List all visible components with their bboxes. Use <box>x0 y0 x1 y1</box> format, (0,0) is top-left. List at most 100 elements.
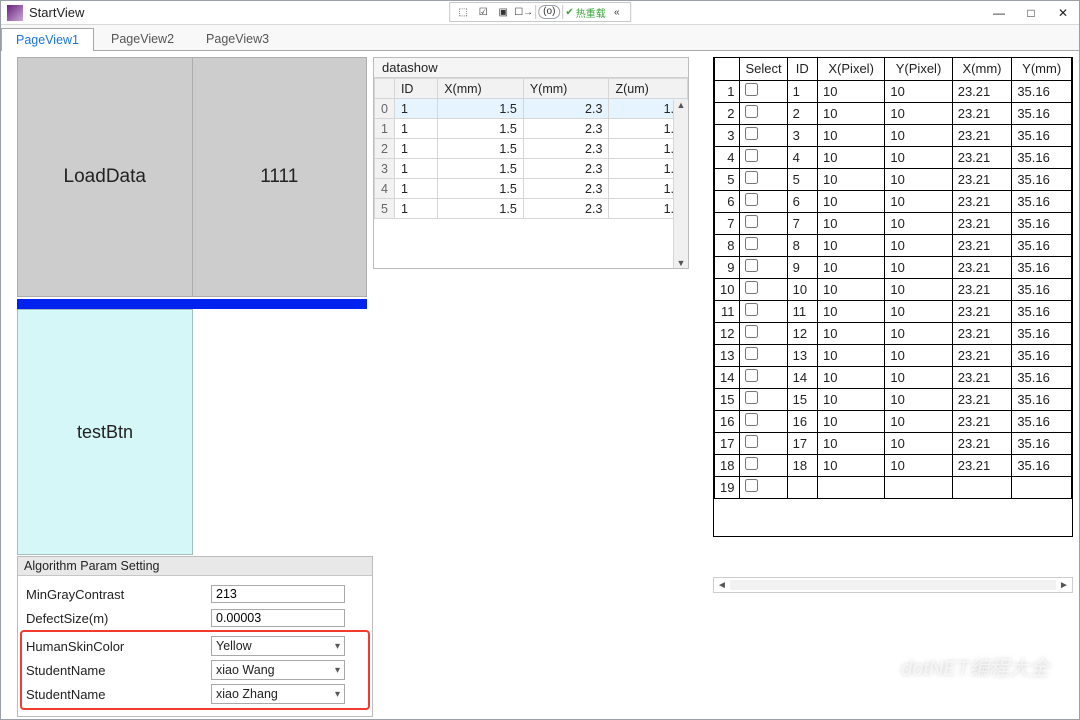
rgrid-checkbox[interactable] <box>745 149 758 162</box>
rgrid-xmm[interactable]: 23.21 <box>952 190 1012 212</box>
rgrid-ypixel[interactable]: 10 <box>885 454 952 476</box>
rgrid-row[interactable]: 88101023.2135.16 <box>715 234 1072 256</box>
rgrid-xmm[interactable]: 23.21 <box>952 146 1012 168</box>
rgrid-ymm[interactable]: 35.16 <box>1012 212 1072 234</box>
rgrid-row[interactable]: 44101023.2135.16 <box>715 146 1072 168</box>
rgrid-ymm[interactable]: 35.16 <box>1012 256 1072 278</box>
rgrid-checkbox[interactable] <box>745 347 758 360</box>
rgrid-ypixel[interactable]: 10 <box>885 256 952 278</box>
rgrid-select-cell[interactable] <box>740 212 787 234</box>
rgrid-col-ymm[interactable]: Y(mm) <box>1012 58 1072 80</box>
rgrid-select-cell[interactable] <box>740 124 787 146</box>
rgrid-ypixel[interactable]: 10 <box>885 146 952 168</box>
rgrid-xmm[interactable]: 23.21 <box>952 124 1012 146</box>
rgrid-checkbox[interactable] <box>745 479 758 492</box>
rgrid-id[interactable]: 5 <box>787 168 817 190</box>
rgrid-ypixel[interactable]: 10 <box>885 102 952 124</box>
rgrid-checkbox[interactable] <box>745 303 758 316</box>
rgrid-select-cell[interactable] <box>740 190 787 212</box>
rgrid-ymm[interactable]: 35.16 <box>1012 388 1072 410</box>
rgrid-xmm[interactable] <box>952 476 1012 498</box>
cell-y[interactable]: 2.3 <box>523 99 609 119</box>
rgrid-row[interactable]: 1212101023.2135.16 <box>715 322 1072 344</box>
rgrid-select-cell[interactable] <box>740 322 787 344</box>
rgrid-row[interactable]: 66101023.2135.16 <box>715 190 1072 212</box>
cell-id[interactable]: 1 <box>394 179 437 199</box>
cell-id[interactable]: 1 <box>394 99 437 119</box>
right-grid-hscrollbar[interactable]: ◄ ► <box>713 577 1073 593</box>
rgrid-ymm[interactable]: 35.16 <box>1012 432 1072 454</box>
rgrid-xmm[interactable]: 23.21 <box>952 168 1012 190</box>
skincolor-combo[interactable]: Yellow <box>211 636 345 656</box>
tab-pageview3[interactable]: PageView3 <box>191 27 284 50</box>
rgrid-row[interactable]: 1717101023.2135.16 <box>715 432 1072 454</box>
rgrid-row[interactable]: 11101023.2135.16 <box>715 80 1072 102</box>
rgrid-xpixel[interactable] <box>817 476 884 498</box>
rgrid-xmm[interactable]: 23.21 <box>952 322 1012 344</box>
rgrid-col-id[interactable]: ID <box>787 58 817 80</box>
rgrid-id[interactable]: 13 <box>787 344 817 366</box>
rgrid-ymm[interactable]: 35.16 <box>1012 102 1072 124</box>
rgrid-row[interactable]: 1111101023.2135.16 <box>715 300 1072 322</box>
rgrid-xpixel[interactable]: 10 <box>817 190 884 212</box>
rgrid-ymm[interactable]: 35.16 <box>1012 234 1072 256</box>
rgrid-checkbox[interactable] <box>745 171 758 184</box>
datashow-vscrollbar[interactable]: ▲▼ <box>673 100 688 268</box>
toolbar-collapse-icon[interactable]: « <box>608 4 626 20</box>
b1111-button[interactable]: 1111 <box>193 57 368 297</box>
rgrid-id[interactable]: 16 <box>787 410 817 432</box>
rgrid-xmm[interactable]: 23.21 <box>952 278 1012 300</box>
cell-x[interactable]: 1.5 <box>438 139 524 159</box>
rgrid-col-ypixel[interactable]: Y(Pixel) <box>885 58 952 80</box>
rgrid-row[interactable]: 99101023.2135.16 <box>715 256 1072 278</box>
rgrid-xmm[interactable]: 23.21 <box>952 212 1012 234</box>
cell-y[interactable]: 2.3 <box>523 159 609 179</box>
rgrid-col-xmm[interactable]: X(mm) <box>952 58 1012 80</box>
rgrid-checkbox[interactable] <box>745 435 758 448</box>
defect-input[interactable] <box>211 609 345 627</box>
rgrid-checkbox[interactable] <box>745 193 758 206</box>
rgrid-xmm[interactable]: 23.21 <box>952 432 1012 454</box>
rgrid-row[interactable]: 1313101023.2135.16 <box>715 344 1072 366</box>
rgrid-ypixel[interactable]: 10 <box>885 300 952 322</box>
datashow-col-id[interactable]: ID <box>394 79 437 99</box>
rgrid-ymm[interactable]: 35.16 <box>1012 124 1072 146</box>
rgrid-select-cell[interactable] <box>740 234 787 256</box>
rgrid-col-xpixel[interactable]: X(Pixel) <box>817 58 884 80</box>
student1-combo[interactable]: xiao Wang <box>211 660 345 680</box>
datashow-row[interactable]: 211.52.31.9 <box>375 139 688 159</box>
rgrid-xpixel[interactable]: 10 <box>817 80 884 102</box>
rgrid-ymm[interactable]: 35.16 <box>1012 146 1072 168</box>
rgrid-xpixel[interactable]: 10 <box>817 432 884 454</box>
rgrid-ymm[interactable]: 35.16 <box>1012 80 1072 102</box>
rgrid-ypixel[interactable] <box>885 476 952 498</box>
rgrid-xmm[interactable]: 23.21 <box>952 366 1012 388</box>
toolbar-display-layout-icon[interactable]: ▣ <box>494 4 512 20</box>
loaddata-button[interactable]: LoadData <box>17 57 193 297</box>
rgrid-select-cell[interactable] <box>740 476 787 498</box>
rgrid-checkbox[interactable] <box>745 281 758 294</box>
splitter-bar[interactable] <box>17 299 367 309</box>
rgrid-xmm[interactable]: 23.21 <box>952 80 1012 102</box>
rgrid-xpixel[interactable]: 10 <box>817 168 884 190</box>
cell-id[interactable]: 1 <box>394 139 437 159</box>
rgrid-checkbox[interactable] <box>745 105 758 118</box>
cell-y[interactable]: 2.3 <box>523 199 609 219</box>
rgrid-xmm[interactable]: 23.21 <box>952 234 1012 256</box>
rgrid-xpixel[interactable]: 10 <box>817 344 884 366</box>
cell-x[interactable]: 1.5 <box>438 119 524 139</box>
rgrid-row[interactable]: 77101023.2135.16 <box>715 212 1072 234</box>
datashow-row[interactable]: 011.52.31.9 <box>375 99 688 119</box>
rgrid-checkbox[interactable] <box>745 457 758 470</box>
right-grid[interactable]: Select ID X(Pixel) Y(Pixel) X(mm) Y(mm) … <box>713 57 1073 537</box>
rgrid-id[interactable]: 17 <box>787 432 817 454</box>
datashow-col-y[interactable]: Y(mm) <box>523 79 609 99</box>
rgrid-row[interactable]: 1616101023.2135.16 <box>715 410 1072 432</box>
toolbar-track-icon[interactable]: ☐→ <box>514 4 533 20</box>
testbtn-button[interactable]: testBtn <box>17 309 193 555</box>
rgrid-ymm[interactable]: 35.16 <box>1012 366 1072 388</box>
rgrid-checkbox[interactable] <box>745 237 758 250</box>
cell-y[interactable]: 2.3 <box>523 119 609 139</box>
rgrid-ymm[interactable]: 35.16 <box>1012 168 1072 190</box>
rgrid-id[interactable]: 15 <box>787 388 817 410</box>
